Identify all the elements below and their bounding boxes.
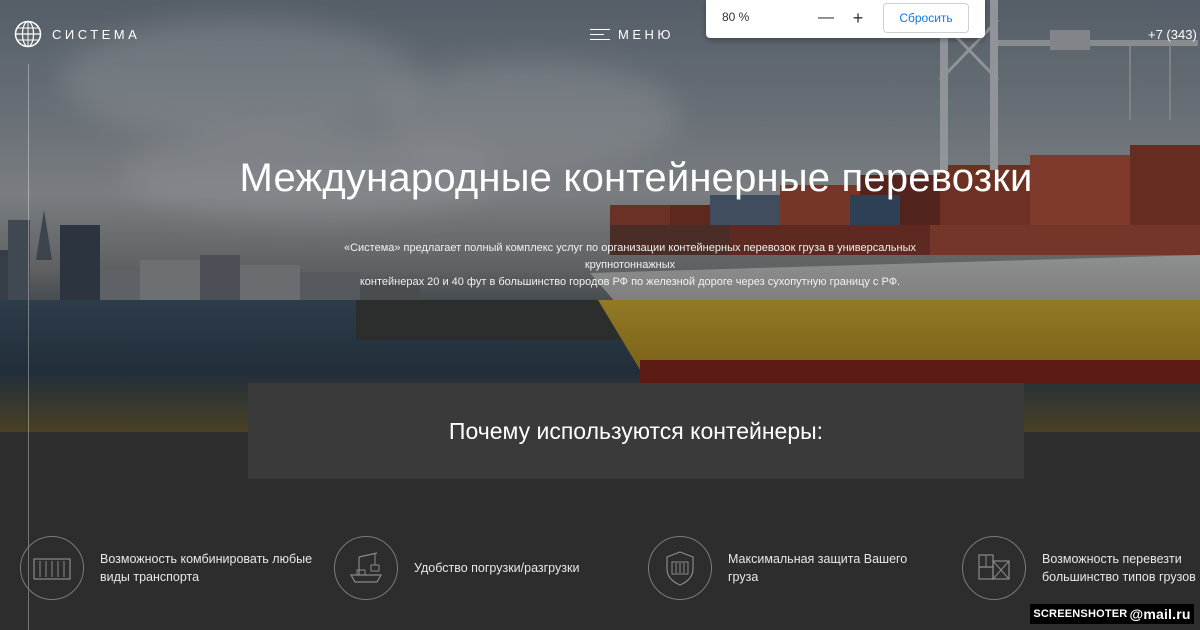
feature-text: Удобство погрузки/разгрузки: [414, 559, 579, 577]
hamburger-icon: [590, 28, 610, 41]
why-containers-box: Почему используются контейнеры:: [248, 383, 1024, 479]
globe-icon: [14, 20, 42, 48]
hero-banner: [0, 0, 1200, 432]
feature-text: Возможность перевезти большинство типов …: [1042, 550, 1196, 586]
feature-text-line: Возможность комбинировать любые: [100, 552, 313, 566]
watermark-brand: @mail.ru: [1129, 606, 1191, 622]
why-containers-title: Почему используются контейнеры:: [448, 417, 824, 444]
zoom-reset-button[interactable]: Сбросить: [883, 3, 969, 33]
feature-text: Возможность комбинировать любые виды тра…: [100, 550, 312, 586]
browser-zoom-popup: 80 % — + Сбросить: [706, 0, 985, 38]
feature-text: Максимальная защита Вашего груза: [728, 550, 907, 586]
hero-description-line: контейнерах 20 и 40 фут в большинство го…: [359, 276, 901, 288]
zoom-out-button[interactable]: —: [816, 8, 836, 28]
crane-ship-icon: [334, 536, 398, 600]
cargo-boxes-icon: [962, 536, 1026, 600]
menu-label: МЕНЮ: [618, 27, 675, 42]
shield-container-icon: [648, 536, 712, 600]
feature-text-line: виды транспорта: [100, 570, 200, 584]
hero-description: «Система» предлагает полный комплекс усл…: [300, 240, 960, 291]
feature-text-line: груза: [728, 570, 759, 584]
feature-item: Удобство погрузки/разгрузки: [334, 536, 579, 600]
container-icon: [20, 536, 84, 600]
feature-text-line: Максимальная защита Вашего: [728, 552, 908, 566]
logo-text: СИСТЕМА: [52, 26, 141, 42]
hero-title: Международные контейнерные перевозки: [239, 156, 1033, 200]
feature-item: Возможность комбинировать любые виды тра…: [20, 536, 312, 600]
feature-item: Возможность перевезти большинство типов …: [962, 536, 1196, 600]
zoom-in-button[interactable]: +: [848, 8, 868, 28]
feature-text-line: Удобство погрузки/разгрузки: [414, 561, 580, 575]
hero-description-line: «Система» предлагает полный комплекс усл…: [343, 242, 917, 271]
feature-text-line: Возможность перевезти: [1042, 552, 1182, 566]
feature-item: Максимальная защита Вашего груза: [648, 536, 907, 600]
zoom-level-value: 80 %: [722, 10, 750, 24]
feature-text-line: большинство типов грузов: [1042, 570, 1196, 584]
site-logo[interactable]: СИСТЕМА: [14, 20, 140, 48]
watermark-text: SCREENSHOTER: [1033, 608, 1128, 620]
screenshoter-watermark: SCREENSHOTER @mail.ru: [1030, 604, 1194, 624]
phone-number-link[interactable]: +7 (343): [1148, 27, 1197, 42]
menu-button[interactable]: МЕНЮ: [590, 27, 674, 42]
